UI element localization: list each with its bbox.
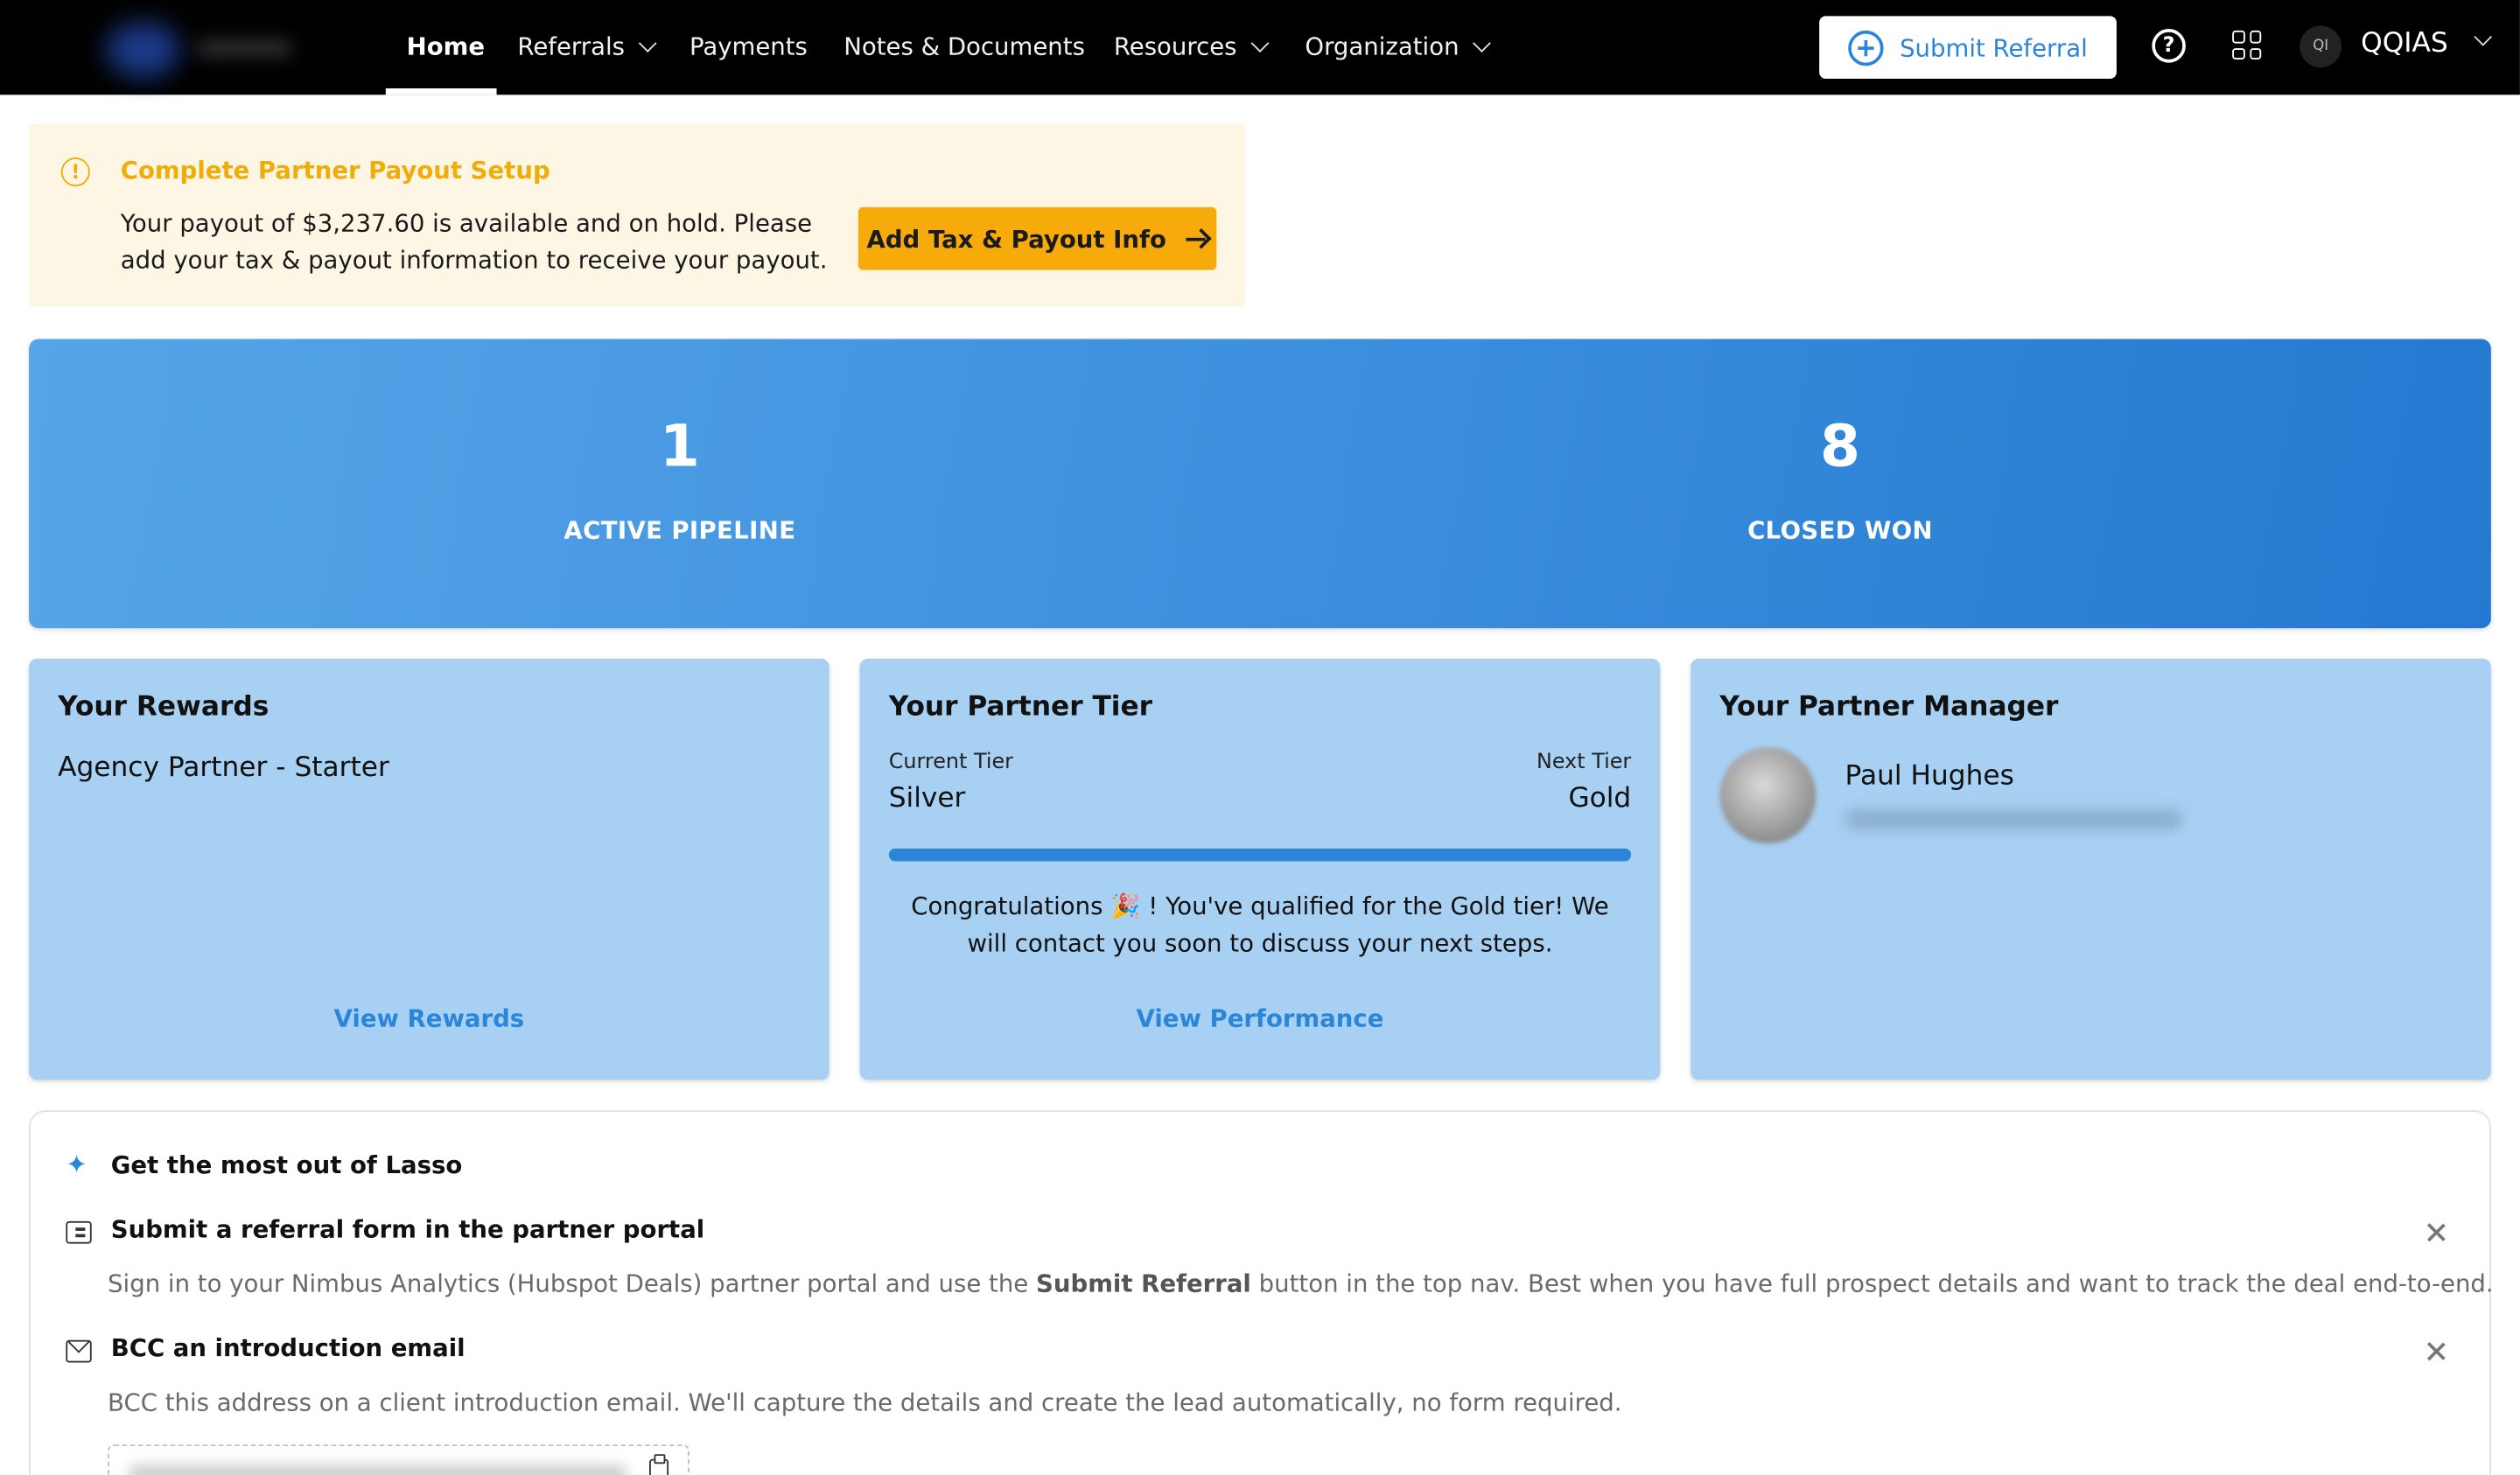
chevron-down-icon xyxy=(638,34,657,52)
manager-name: Paul Hughes xyxy=(1844,759,2014,793)
chevron-down-icon xyxy=(1472,34,1491,52)
rewards-title: Your Rewards xyxy=(58,690,270,724)
stat-label: CLOSED WON xyxy=(1747,515,1933,545)
manager-title: Your Partner Manager xyxy=(1719,690,2059,724)
bcc-address-redacted xyxy=(128,1465,627,1475)
app-root: Home Referrals Payments Notes & Document… xyxy=(0,0,2520,1475)
current-tier-value: Silver xyxy=(888,782,966,815)
nav-organization[interactable]: Organization xyxy=(1305,27,1491,66)
nav-notes-label: Notes & Documents xyxy=(844,31,1085,61)
submit-referral-mention: Submit Referral xyxy=(1036,1269,1251,1299)
current-tier-label: Current Tier xyxy=(888,750,1013,775)
nav-referrals[interactable]: Referrals xyxy=(517,27,657,66)
app-grid-icon[interactable] xyxy=(2232,30,2262,59)
tip-title: Submit a referral form in the partner po… xyxy=(110,1214,705,1244)
tier-progress-fill xyxy=(888,848,1632,862)
submit-referral-label: Submit Referral xyxy=(1900,32,2088,62)
chevron-down-icon[interactable] xyxy=(2474,27,2493,46)
avatar-initials: QI xyxy=(2313,38,2329,55)
close-icon[interactable] xyxy=(2426,1221,2448,1244)
arrow-right-icon xyxy=(1185,229,1208,248)
avatar[interactable]: QI xyxy=(2300,25,2342,68)
add-tax-payout-button[interactable]: Add Tax & Payout Info xyxy=(858,206,1217,270)
tier-message: Congratulations 🎉 ! You've qualified for… xyxy=(911,891,1609,958)
top-nav: Home Referrals Payments Notes & Document… xyxy=(0,0,2520,95)
payout-setup-alert: ! Complete Partner Payout Setup Your pay… xyxy=(29,123,1246,307)
submit-referral-button[interactable]: Submit Referral xyxy=(1819,16,2117,79)
form-icon xyxy=(66,1220,92,1244)
nav-notes-documents[interactable]: Notes & Documents xyxy=(844,27,1085,66)
stat-active-pipeline[interactable]: 1 ACTIVE PIPELINE xyxy=(438,413,920,545)
help-glyph: ? xyxy=(2162,33,2175,59)
nav-home-label: Home xyxy=(406,31,486,61)
logo-mark xyxy=(106,22,180,78)
tip-description: BCC this address on a client introductio… xyxy=(108,1388,1622,1417)
next-tier-label: Next Tier xyxy=(1536,750,1632,775)
help-icon[interactable]: ? xyxy=(2152,29,2186,63)
nav-resources[interactable]: Resources xyxy=(1113,27,1269,66)
view-rewards-link[interactable]: View Rewards xyxy=(29,1004,830,1033)
alert-body: Your payout of $3,237.60 is available an… xyxy=(120,208,828,276)
close-icon[interactable] xyxy=(2426,1340,2448,1363)
tips-title: Get the most out of Lasso xyxy=(110,1150,463,1180)
partner-manager-card: Your Partner Manager Paul Hughes xyxy=(1690,659,2491,1080)
get-started-panel: ✦ Get the most out of Lasso Submit a ref… xyxy=(29,1110,2494,1475)
rewards-card: Your Rewards Agency Partner - Starter Vi… xyxy=(29,659,830,1080)
nav-payments-label: Payments xyxy=(689,31,808,61)
pipeline-stats-banner: 1 ACTIVE PIPELINE 8 CLOSED WON xyxy=(29,339,2491,629)
alert-title: Complete Partner Payout Setup xyxy=(120,156,550,185)
tip-title: BCC an introduction email xyxy=(110,1333,466,1363)
nav-referrals-label: Referrals xyxy=(517,31,625,61)
tier-progress-bar xyxy=(888,848,1632,862)
manager-email-redacted[interactable] xyxy=(1844,809,2183,829)
copy-clipboard-icon[interactable] xyxy=(649,1454,669,1475)
mail-icon xyxy=(66,1339,92,1363)
stat-closed-won[interactable]: 8 CLOSED WON xyxy=(1600,413,2082,545)
next-tier-value: Gold xyxy=(1568,782,1632,815)
chevron-down-icon xyxy=(1250,34,1269,52)
add-tax-payout-label: Add Tax & Payout Info xyxy=(866,224,1166,254)
nav-active-indicator xyxy=(385,88,497,95)
rewards-program: Agency Partner - Starter xyxy=(58,751,389,785)
stat-value: 1 xyxy=(659,414,700,481)
nav-home[interactable]: Home xyxy=(407,27,485,66)
bcc-address-field[interactable] xyxy=(108,1444,690,1475)
partner-tier-card: Your Partner Tier Current Tier Silver Ne… xyxy=(859,659,1661,1080)
company-logo[interactable] xyxy=(106,16,298,80)
warning-circle-icon: ! xyxy=(60,157,90,187)
nav-payments[interactable]: Payments xyxy=(690,27,808,66)
tip-description: Sign in to your Nimbus Analytics (Hubspo… xyxy=(108,1269,2494,1299)
stat-label: ACTIVE PIPELINE xyxy=(564,515,796,545)
org-switcher-label[interactable]: QQIAS xyxy=(2361,27,2448,59)
plus-circle-icon xyxy=(1848,29,1884,66)
manager-avatar xyxy=(1719,747,1816,844)
tier-title: Your Partner Tier xyxy=(888,690,1153,724)
nav-resources-label: Resources xyxy=(1113,31,1237,61)
logo-wordmark xyxy=(196,38,293,59)
stat-value: 8 xyxy=(1820,414,1861,481)
nav-organization-label: Organization xyxy=(1305,31,1460,61)
view-performance-link[interactable]: View Performance xyxy=(860,1004,1661,1033)
sparkle-icon: ✦ xyxy=(66,1149,88,1180)
